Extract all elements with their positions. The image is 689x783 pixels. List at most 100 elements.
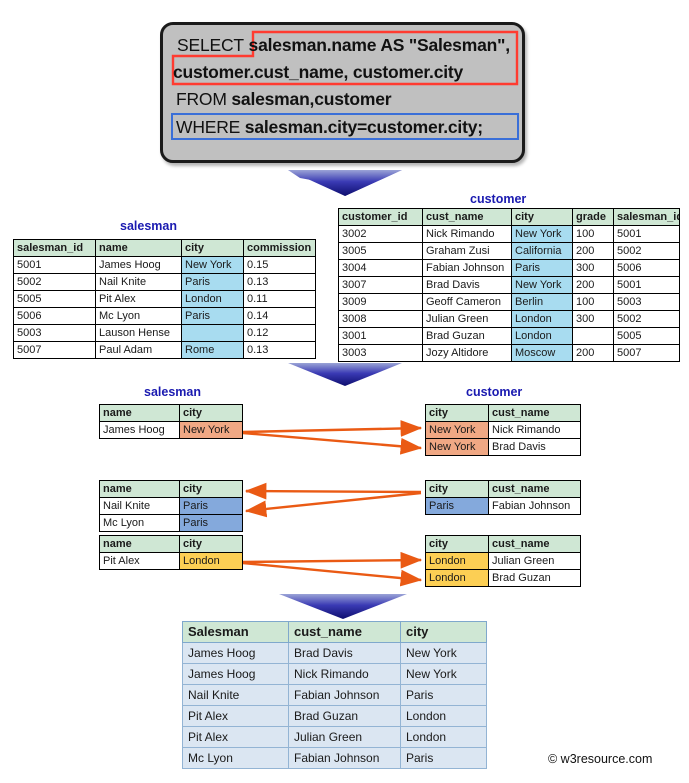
col-name: name [99,480,180,498]
cell-cust-name: Julian Green [288,726,401,748]
cell-salesman: James Hoog [182,663,289,685]
table-row: 3008 Julian Green London 300 5002 [338,310,680,328]
cell-cust-name: Brad Davis [288,642,401,664]
cell-customer-id: 3005 [338,242,423,260]
sql-query-box: SELECT salesman.name AS "Salesman", cust… [160,22,525,163]
table-header-row: city cust_name [425,535,581,553]
cell-name: James Hoog [95,256,182,274]
col-city: city [511,208,573,226]
match-right-table-paris: city cust_name Paris Fabian Johnson [425,480,581,515]
cell-salesman-id: 5002 [13,273,96,291]
cell-salesman-id: 5002 [613,242,680,260]
cell-cust-name: Graham Zusi [422,242,512,260]
col-salesman-id: salesman_id [13,239,96,257]
col-commission: commission [243,239,316,257]
cell-cust-name: Brad Guzan [422,327,512,345]
col-city: city [179,535,243,553]
table-row: Nail Knite Paris [99,497,243,515]
cell-name: Lauson Hense [95,324,182,342]
cell-customer-id: 3009 [338,293,423,311]
result-table: Salesman cust_name city James Hoog Brad D… [182,621,487,769]
col-city: city [425,535,489,553]
cell-salesman-id: 5003 [613,293,680,311]
arrow-group-paris [244,482,422,518]
match-left-table-paris: name city Nail Knite Paris Mc Lyon Paris [99,480,243,532]
sql-where-condition: salesman.city=customer.city; [240,117,483,137]
cell-city: Paris [400,747,487,769]
cell-cust-name: Fabian Johnson [488,497,581,515]
sql-keyword-select: SELECT [177,35,244,55]
table-row: 5002 Nail Knite Paris 0.13 [13,273,316,291]
col-city: city [400,621,487,643]
table-row: 5003 Lauson Hense 0.12 [13,324,316,342]
match-left-caption: salesman [144,385,201,399]
cell-customer-id: 3007 [338,276,423,294]
cell-salesman-id: 5006 [613,259,680,277]
cell-grade: 200 [572,242,614,260]
flow-arrow-down-1 [288,170,402,196]
cell-city [181,324,244,342]
match-right-table-london: city cust_name London Julian Green London Bra… [425,535,581,587]
cell-name: Mc Lyon [95,307,182,325]
cell-salesman-id: 5001 [613,225,680,243]
cell-city: London [400,726,487,748]
cell-city: New York [181,256,244,274]
cell-salesman-id: 5002 [613,310,680,328]
col-city: city [425,480,489,498]
table-header-row: name city [99,535,243,553]
cell-salesman-id: 5006 [13,307,96,325]
table-row: 3007 Brad Davis New York 200 5001 [338,276,680,294]
table-row: 3004 Fabian Johnson Paris 300 5006 [338,259,680,277]
cell-customer-id: 3001 [338,327,423,345]
col-salesman: Salesman [182,621,289,643]
table-row: London Julian Green [425,552,581,570]
table-row: Nail Knite Fabian Johnson Paris [182,684,487,706]
cell-city: New York [179,421,243,439]
cell-city: Berlin [511,293,573,311]
cell-customer-id: 3003 [338,344,423,362]
table-row: 3009 Geoff Cameron Berlin 100 5003 [338,293,680,311]
table-row: 5001 James Hoog New York 0.15 [13,256,316,274]
cell-salesman: Pit Alex [182,705,289,727]
table-row: James Hoog New York [99,421,243,439]
cell-name: Pit Alex [95,290,182,308]
cell-city: London [425,569,489,587]
cell-cust-name: Fabian Johnson [288,684,401,706]
cell-city: New York [425,438,489,456]
table-row: James Hoog Brad Davis New York [182,642,487,664]
table-row: 3002 Nick Rimando New York 100 5001 [338,225,680,243]
cell-salesman-id: 5003 [13,324,96,342]
cell-city: London [511,310,573,328]
col-city: city [181,239,244,257]
cell-salesman-id: 5001 [613,276,680,294]
col-cust-name: cust_name [488,404,581,422]
cell-cust-name: Brad Guzan [488,569,581,587]
cell-commission: 0.15 [243,256,316,274]
sql-line-select: SELECT salesman.name AS "Salesman", [177,35,510,56]
match-right-table-new-york: city cust_name New York Nick Rimando New Yor… [425,404,581,456]
table-header-row: city cust_name [425,404,581,422]
cell-cust-name: Julian Green [422,310,512,328]
cell-cust-name: Fabian Johnson [422,259,512,277]
cell-salesman: Pit Alex [182,726,289,748]
table-header-row: salesman_id name city commission [13,239,316,257]
cell-customer-id: 3004 [338,259,423,277]
cell-name: Mc Lyon [99,514,180,532]
cell-city: Rome [181,341,244,359]
cell-cust-name: Brad Guzan [288,705,401,727]
table-row: 5005 Pit Alex London 0.11 [13,290,316,308]
cell-city: New York [400,642,487,664]
cell-customer-id: 3008 [338,310,423,328]
table-row: James Hoog Nick Rimando New York [182,663,487,685]
table-row: Pit Alex London [99,552,243,570]
cell-grade: 200 [572,276,614,294]
cell-salesman: Mc Lyon [182,747,289,769]
cell-salesman: Nail Knite [182,684,289,706]
sql-line-where: WHERE salesman.city=customer.city; [176,117,483,138]
watermark: © w3resource.com [548,752,653,766]
cell-salesman: James Hoog [182,642,289,664]
cell-name: Nail Knite [99,497,180,515]
col-city: city [179,404,243,422]
col-customer-id: customer_id [338,208,423,226]
salesman-table-caption: salesman [120,219,177,233]
